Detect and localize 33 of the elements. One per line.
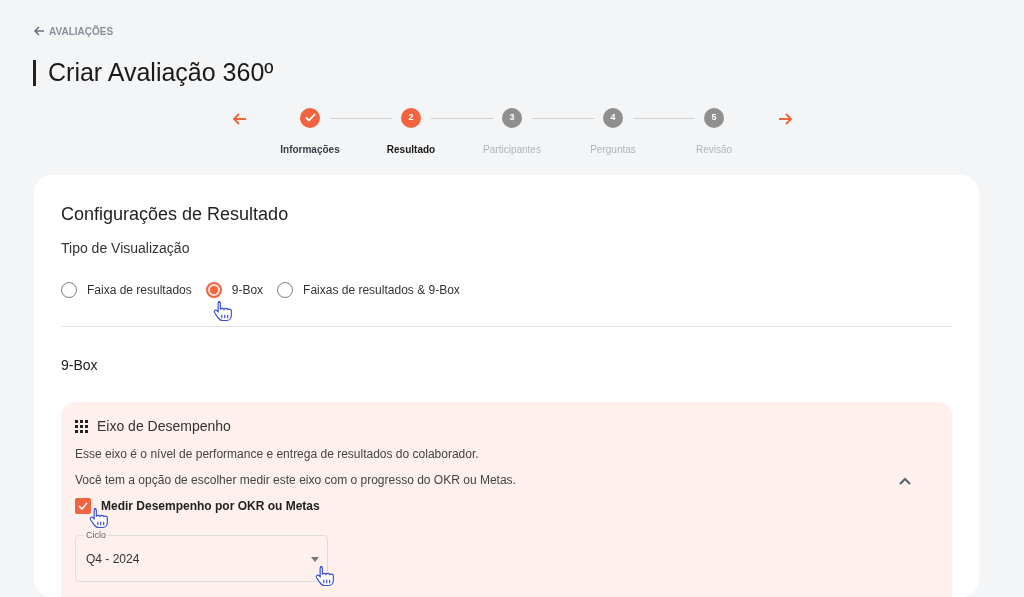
radio-option[interactable]: Faixas de resultados & 9-Box [277, 281, 460, 299]
step-marker: 5 [704, 107, 724, 128]
panel-title: Eixo de Desempenho [97, 417, 231, 436]
page-title: Criar Avaliação 360º [48, 57, 274, 88]
checkbox[interactable] [75, 498, 91, 514]
check-icon [304, 113, 316, 122]
collapse-button[interactable] [898, 476, 912, 486]
step-label: Participantes [483, 142, 541, 157]
step-label: Resultado [386, 142, 436, 157]
description-text: Esse eixo é o nível de performance e entrega de resultados do colaborador. [75, 446, 479, 463]
step-marker: 3 [502, 107, 522, 128]
step-marker: 2 [401, 107, 421, 128]
radio-option[interactable]: Faixa de resultados [61, 281, 192, 299]
section-heading: Configurações de Resultado [61, 203, 290, 226]
step-label: Informações [280, 142, 340, 157]
back-arrow-icon [33, 25, 45, 37]
description-text: Você tem a opção de escolher medir este eixo com o progresso do OKR ou Metas. [75, 472, 516, 489]
radio-button[interactable] [205, 282, 222, 298]
step-marker: 4 [603, 107, 623, 128]
grid-icon [75, 420, 88, 433]
field-label: Tipo de Visualização [61, 239, 191, 258]
previous-arrow-button[interactable] [231, 110, 248, 127]
checkbox-option[interactable]: Medir Desempenho por OKR ou Metas [75, 497, 320, 515]
dropdown-caret-icon [311, 557, 319, 562]
step-label: Revisão [695, 142, 733, 157]
next-arrow-button[interactable] [776, 110, 793, 127]
check-icon [78, 502, 88, 510]
step-label: Perguntas [590, 142, 636, 157]
radio-option[interactable]: 9-Box [205, 281, 264, 299]
left-arrow-icon [231, 110, 248, 127]
subsection-heading: 9-Box [61, 356, 99, 375]
right-arrow-icon [776, 110, 793, 127]
select-label: Ciclo [84, 529, 108, 541]
